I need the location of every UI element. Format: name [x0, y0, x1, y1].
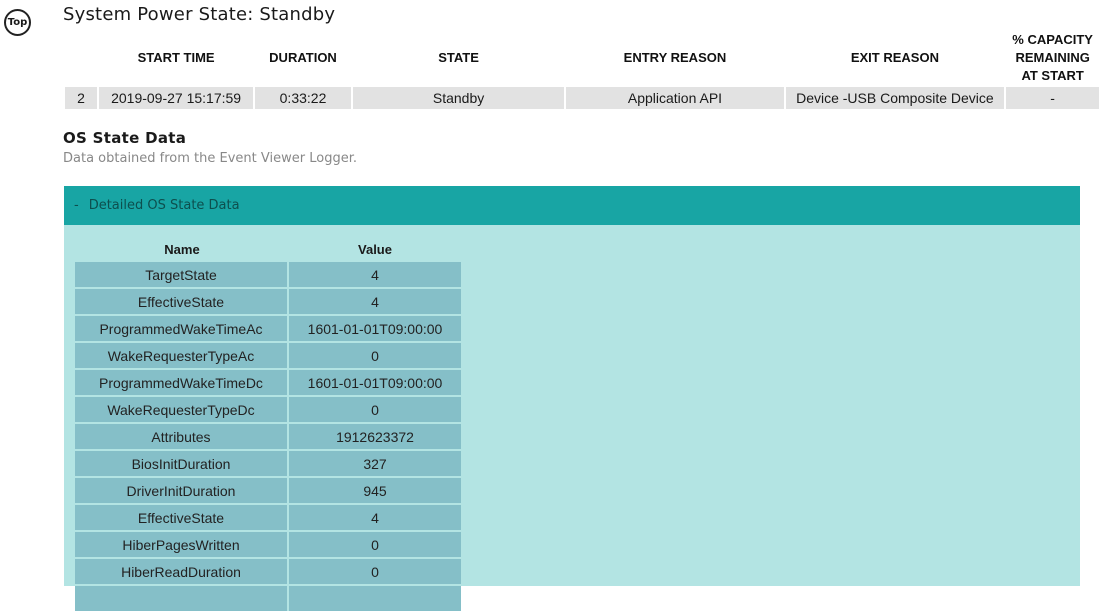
header-name: Name — [164, 241, 200, 257]
os-row-value: 4 — [289, 262, 461, 287]
os-row-name: ProgrammedWakeTimeDc — [75, 370, 289, 395]
collapse-icon: - — [74, 198, 79, 213]
os-row-name: TargetState — [75, 262, 289, 287]
os-row-name: HiberReadDuration — [75, 559, 289, 584]
os-row-name: BiosInitDuration — [75, 451, 289, 476]
os-table-row: BiosInitDuration 327 — [75, 451, 461, 476]
header-state: STATE — [438, 50, 479, 65]
os-row-value: 0 — [289, 397, 461, 422]
os-row-value: 1912623372 — [289, 424, 461, 449]
os-row-name: DriverInitDuration — [75, 478, 289, 503]
table-header-row: START TIME DURATION STATE ENTRY REASON E… — [65, 30, 1099, 86]
os-table-row: HiberReadDuration 0 — [75, 559, 461, 584]
os-table-row: WakeRequesterTypeAc 0 — [75, 343, 461, 368]
header-capacity: % CAPACITY REMAINING AT START — [1012, 32, 1093, 83]
os-row-name: HiberPagesWritten — [75, 532, 289, 557]
os-table-row: Attributes 1912623372 — [75, 424, 461, 449]
os-row-name: EffectiveState — [75, 289, 289, 314]
os-table-row: DriverInitDuration 945 — [75, 478, 461, 503]
page-title: System Power State: Standby — [63, 4, 336, 25]
os-row-value: 0 — [289, 343, 461, 368]
os-table-row: WakeRequesterTypeDc 0 — [75, 397, 461, 422]
os-row-value: 1601-01-01T09:00:00 — [289, 370, 461, 395]
os-row-value — [289, 586, 461, 611]
os-table-row: ProgrammedWakeTimeDc 1601-01-01T09:00:00 — [75, 370, 461, 395]
row-duration: 0:33:22 — [255, 86, 351, 109]
row-exit-reason: Device -USB Composite Device — [785, 86, 1005, 109]
os-table-row: HiberPagesWritten 0 — [75, 532, 461, 557]
top-button[interactable]: Top — [4, 9, 31, 36]
header-value: Value — [358, 241, 392, 257]
header-entry-reason: ENTRY REASON — [623, 50, 727, 65]
detailed-os-state-panel: - Detailed OS State Data Name Value Targ… — [64, 186, 1080, 611]
row-index: 2 — [65, 86, 97, 109]
os-row-value: 945 — [289, 478, 461, 503]
panel-header-toggle[interactable]: - Detailed OS State Data — [64, 186, 1080, 225]
os-row-name: Attributes — [75, 424, 289, 449]
row-state: Standby — [352, 86, 565, 109]
os-row-name: EffectiveState — [75, 505, 289, 530]
row-entry-reason: Application API — [566, 86, 784, 109]
os-row-value: 0 — [289, 559, 461, 584]
os-section-title: OS State Data — [63, 129, 187, 147]
os-row-name: WakeRequesterTypeDc — [75, 397, 289, 422]
row-capacity: - — [1006, 86, 1099, 109]
os-state-table: Name Value TargetState 4 EffectiveState 4 Pr… — [75, 236, 461, 613]
os-row-value: 0 — [289, 532, 461, 557]
power-state-table: START TIME DURATION STATE ENTRY REASON E… — [63, 30, 1101, 109]
os-row-value: 4 — [289, 289, 461, 314]
os-table-header-row: Name Value — [75, 238, 461, 260]
panel-header-label: Detailed OS State Data — [88, 198, 240, 213]
header-index — [65, 30, 97, 86]
os-row-name: WakeRequesterTypeAc — [75, 343, 289, 368]
table-row: 2 2019-09-27 15:17:59 0:33:22 Standby Ap… — [65, 86, 1099, 109]
os-row-value: 4 — [289, 505, 461, 530]
os-table-row — [75, 586, 461, 611]
row-start-time: 2019-09-27 15:17:59 — [98, 86, 254, 109]
header-exit-reason: EXIT REASON — [850, 50, 939, 65]
os-row-value: 1601-01-01T09:00:00 — [289, 316, 461, 341]
os-table-row: TargetState 4 — [75, 262, 461, 287]
os-row-name: ProgrammedWakeTimeAc — [75, 316, 289, 341]
os-table-row: EffectiveState 4 — [75, 505, 461, 530]
os-row-name — [75, 586, 289, 611]
os-table-row: ProgrammedWakeTimeAc 1601-01-01T09:00:00 — [75, 316, 461, 341]
header-start-time: START TIME — [137, 50, 215, 65]
os-row-value: 327 — [289, 451, 461, 476]
header-duration: DURATION — [269, 50, 337, 65]
os-table-row: EffectiveState 4 — [75, 289, 461, 314]
os-section-subtitle: Data obtained from the Event Viewer Logg… — [63, 151, 357, 166]
